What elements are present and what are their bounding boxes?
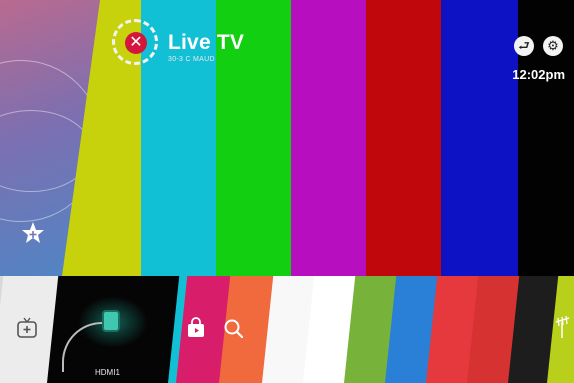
close-icon: ✕ xyxy=(129,34,143,51)
lg-content-store-icon xyxy=(184,316,208,340)
close-button[interactable]: ✕ xyxy=(125,32,147,54)
color-bar-blue xyxy=(441,0,519,276)
antenna-icon xyxy=(553,314,571,340)
hdmi-connector-icon xyxy=(104,312,118,330)
settings-button[interactable]: ⚙ xyxy=(543,36,563,56)
input-icon: ⮐ xyxy=(518,38,530,53)
clock: 12:02pm xyxy=(512,67,565,82)
search-icon xyxy=(223,318,245,340)
color-bar-red xyxy=(366,0,442,276)
color-bar-magenta xyxy=(291,0,367,276)
channel-subtitle: 30-3 C MAUD xyxy=(168,56,215,63)
launcher-bar: HDMI1 xyxy=(0,276,574,383)
app-title: Live TV xyxy=(168,31,245,54)
tv-plus-icon xyxy=(15,316,39,340)
tv-screen: ✕ Live TV 30-3 C MAUD ⮐ ⚙ 12:02pm HDMI1 xyxy=(0,0,574,383)
gear-icon: ⚙ xyxy=(547,38,559,53)
hdmi-label: HDMI1 xyxy=(95,368,120,377)
star-plus-icon[interactable] xyxy=(20,220,46,246)
input-button[interactable]: ⮐ xyxy=(514,36,534,56)
